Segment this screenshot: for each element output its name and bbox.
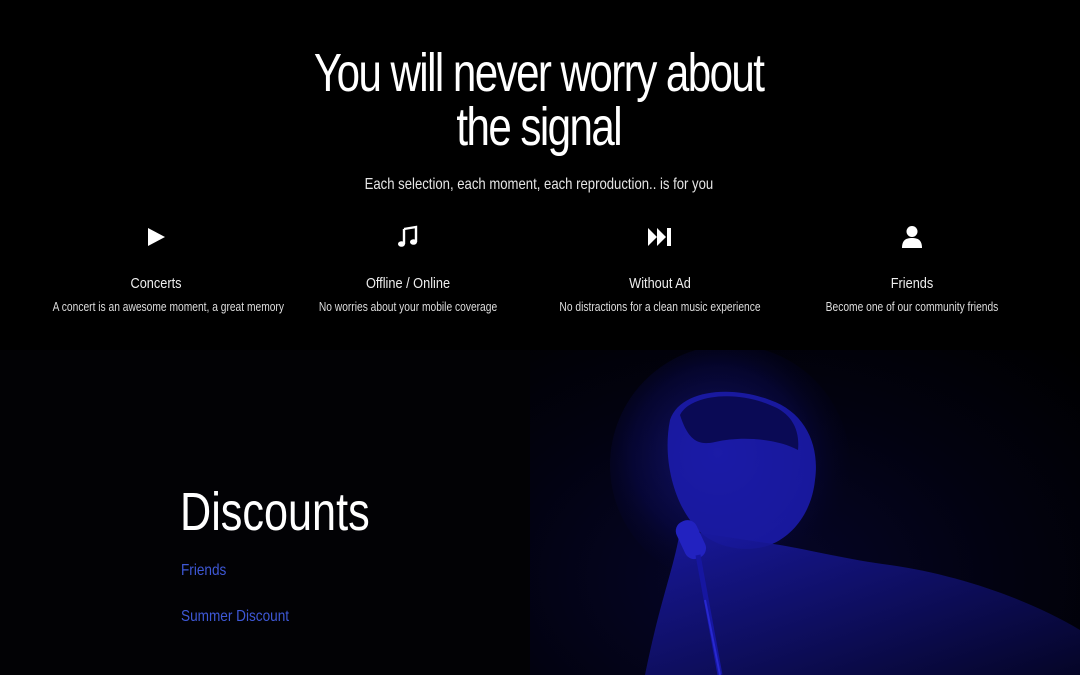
hero-subheadline: Each selection, each moment, each reprod…	[364, 176, 714, 193]
user-icon	[786, 222, 1038, 252]
singer-photo	[530, 350, 1080, 675]
feature-title: Friends	[890, 275, 934, 292]
discount-link-summer[interactable]: Summer Discount	[181, 608, 289, 626]
discounts-title: Discounts	[180, 482, 370, 542]
hero-headline-line1: You will never worry about	[313, 43, 765, 103]
feature-friends: Friends Become one of our community frie…	[786, 222, 1038, 314]
feature-description: Become one of our community friends	[825, 300, 999, 314]
hero-headline: You will never worry about the signal	[117, 46, 959, 154]
hero-headline-line2: the signal	[456, 97, 622, 157]
skip-forward-icon	[534, 222, 786, 252]
feature-concerts: Concerts A concert is an awesome moment,…	[30, 222, 284, 314]
feature-description: No worries about your mobile coverage	[318, 300, 498, 314]
feature-description: No distractions for a clean music experi…	[559, 300, 761, 314]
feature-offline-online: Offline / Online No worries about your m…	[282, 222, 534, 314]
music-note-icon	[282, 222, 534, 252]
feature-description: A concert is an awesome moment, a great …	[52, 300, 284, 314]
discount-link-friends[interactable]: Friends	[181, 562, 226, 580]
feature-title: Concerts	[130, 275, 182, 292]
feature-title: Without Ad	[629, 275, 691, 292]
discounts-section	[0, 350, 1080, 675]
feature-title: Offline / Online	[365, 275, 451, 292]
page: You will never worry about the signal Ea…	[0, 0, 1080, 675]
feature-without-ad: Without Ad No distractions for a clean m…	[534, 222, 786, 314]
features-row: Concerts A concert is an awesome moment,…	[30, 222, 1038, 314]
play-icon	[30, 222, 282, 252]
